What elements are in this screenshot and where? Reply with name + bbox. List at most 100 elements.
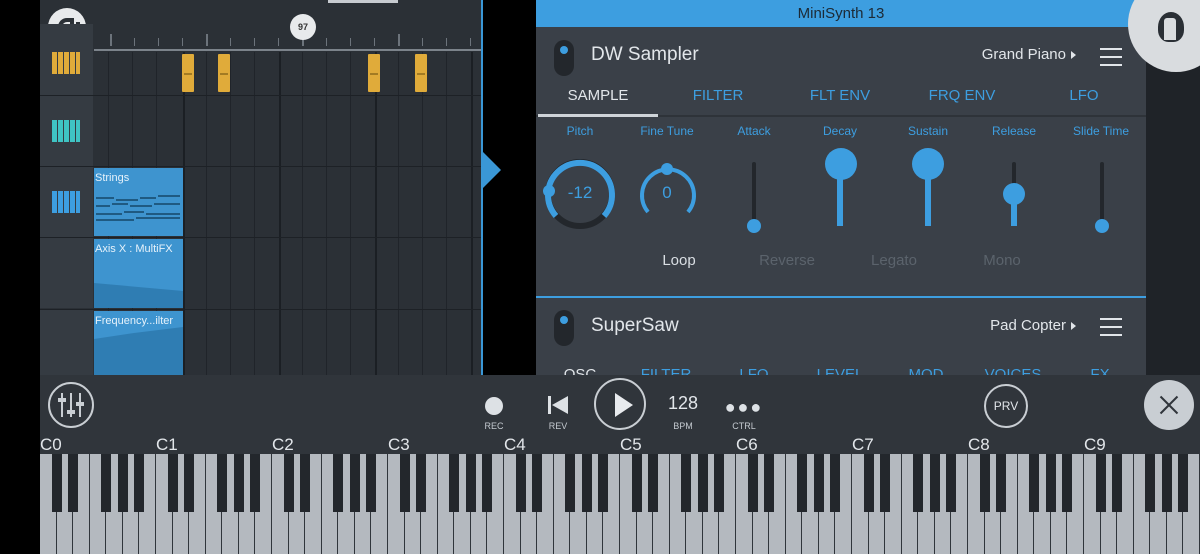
- black-key[interactable]: [631, 454, 642, 512]
- black-key[interactable]: [813, 454, 824, 512]
- hamburger-menu-icon[interactable]: [1100, 48, 1122, 66]
- black-key[interactable]: [349, 454, 360, 512]
- release-slider-thumb[interactable]: [1003, 183, 1025, 205]
- clip-strings[interactable]: Strings: [94, 168, 183, 236]
- black-key[interactable]: [1161, 454, 1172, 512]
- legato-toggle[interactable]: Legato: [849, 252, 939, 269]
- black-key[interactable]: [167, 454, 178, 512]
- preset-selector[interactable]: Grand Piano: [982, 46, 1076, 63]
- module-power-toggle[interactable]: [554, 310, 574, 346]
- close-icon[interactable]: [1144, 380, 1194, 430]
- pitch-knob-handle[interactable]: [543, 185, 555, 197]
- black-key[interactable]: [863, 454, 874, 512]
- tab-voices[interactable]: VOICES: [980, 366, 1046, 375]
- black-key[interactable]: [697, 454, 708, 512]
- tab-filter[interactable]: FILTER: [636, 366, 696, 375]
- tab-fx[interactable]: FX: [1070, 366, 1130, 375]
- pattern-note[interactable]: [368, 54, 380, 92]
- black-key[interactable]: [797, 454, 808, 512]
- tab-filter[interactable]: FILTER: [668, 87, 768, 104]
- black-key[interactable]: [747, 454, 758, 512]
- black-key[interactable]: [598, 454, 609, 512]
- black-key[interactable]: [51, 454, 62, 512]
- timeline-ruler[interactable]: 97: [40, 0, 482, 52]
- black-key[interactable]: [996, 454, 1007, 512]
- track-header-4[interactable]: [40, 238, 93, 308]
- black-key[interactable]: [449, 454, 460, 512]
- black-key[interactable]: [714, 454, 725, 512]
- black-key[interactable]: [233, 454, 244, 512]
- record-button[interactable]: [474, 383, 514, 415]
- tab-lfo[interactable]: LFO: [1034, 87, 1134, 104]
- tab-frq-env[interactable]: FRQ ENV: [912, 87, 1012, 104]
- playlist-area[interactable]: 97 Strings Axis X: MultiFX Frequency...…: [40, 0, 482, 375]
- black-key[interactable]: [515, 454, 526, 512]
- pattern-note[interactable]: [218, 54, 230, 92]
- black-key[interactable]: [979, 454, 990, 512]
- black-key[interactable]: [482, 454, 493, 512]
- black-key[interactable]: [581, 454, 592, 512]
- clip-frequency-filter[interactable]: Frequency...ilter: [94, 311, 183, 375]
- black-key[interactable]: [416, 454, 427, 512]
- black-key[interactable]: [1178, 454, 1189, 512]
- prv-button[interactable]: PRV: [984, 384, 1028, 428]
- black-key[interactable]: [681, 454, 692, 512]
- loop-toggle[interactable]: Loop: [634, 252, 724, 269]
- black-key[interactable]: [68, 454, 79, 512]
- track-header-2[interactable]: [40, 96, 93, 166]
- black-key[interactable]: [465, 454, 476, 512]
- black-key[interactable]: [648, 454, 659, 512]
- piano-keyboard[interactable]: C0 C1 C2 C3 C4 C5 C6 C7 C8 C9: [40, 435, 1200, 554]
- tab-sample[interactable]: SAMPLE: [548, 87, 648, 104]
- black-key[interactable]: [1045, 454, 1056, 512]
- clip-axis-multifx[interactable]: Axis X : MultiFX: [94, 239, 183, 308]
- black-key[interactable]: [532, 454, 543, 512]
- black-key[interactable]: [1112, 454, 1123, 512]
- black-key[interactable]: [764, 454, 775, 512]
- ctrl-button[interactable]: ●●●: [724, 397, 764, 418]
- track-header-5[interactable]: [40, 310, 93, 375]
- collapse-panel-arrow-icon[interactable]: [483, 152, 501, 188]
- attack-slider-track[interactable]: [752, 162, 756, 226]
- tab-lfo[interactable]: LFO: [724, 366, 784, 375]
- tab-mod[interactable]: MOD: [896, 366, 956, 375]
- module-power-toggle[interactable]: [554, 40, 574, 76]
- black-key[interactable]: [366, 454, 377, 512]
- black-key[interactable]: [565, 454, 576, 512]
- sustain-slider-thumb[interactable]: [912, 148, 944, 180]
- track-header-3[interactable]: [40, 167, 93, 237]
- tab-flt-env[interactable]: FLT ENV: [790, 87, 890, 104]
- attack-slider-thumb[interactable]: [747, 219, 761, 233]
- pattern-note[interactable]: [182, 54, 194, 92]
- song-position-marker[interactable]: 97: [290, 14, 316, 40]
- fine-tune-knob-handle[interactable]: [661, 163, 673, 175]
- black-key[interactable]: [333, 454, 344, 512]
- black-key[interactable]: [399, 454, 410, 512]
- slide-time-slider-thumb[interactable]: [1095, 219, 1109, 233]
- black-key[interactable]: [880, 454, 891, 512]
- track-header-1[interactable]: [40, 24, 93, 95]
- rewind-button[interactable]: [538, 383, 578, 420]
- black-key[interactable]: [1095, 454, 1106, 512]
- black-key[interactable]: [117, 454, 128, 512]
- black-key[interactable]: [1029, 454, 1040, 512]
- mono-toggle[interactable]: Mono: [957, 252, 1047, 269]
- slide-time-slider-track[interactable]: [1100, 162, 1104, 226]
- preset-selector[interactable]: Pad Copter: [990, 317, 1076, 334]
- bpm-value[interactable]: 128: [658, 393, 708, 414]
- reverse-toggle[interactable]: Reverse: [742, 252, 832, 269]
- black-key[interactable]: [913, 454, 924, 512]
- play-button[interactable]: [594, 378, 646, 430]
- black-key[interactable]: [184, 454, 195, 512]
- tab-osc[interactable]: OSC: [550, 366, 610, 375]
- black-key[interactable]: [1145, 454, 1156, 512]
- black-key[interactable]: [217, 454, 228, 512]
- black-key[interactable]: [946, 454, 957, 512]
- black-key[interactable]: [134, 454, 145, 512]
- black-key[interactable]: [300, 454, 311, 512]
- black-key[interactable]: [250, 454, 261, 512]
- black-key[interactable]: [929, 454, 940, 512]
- keys[interactable]: [40, 454, 1200, 554]
- decay-slider-thumb[interactable]: [825, 148, 857, 180]
- mixer-icon[interactable]: [48, 382, 94, 428]
